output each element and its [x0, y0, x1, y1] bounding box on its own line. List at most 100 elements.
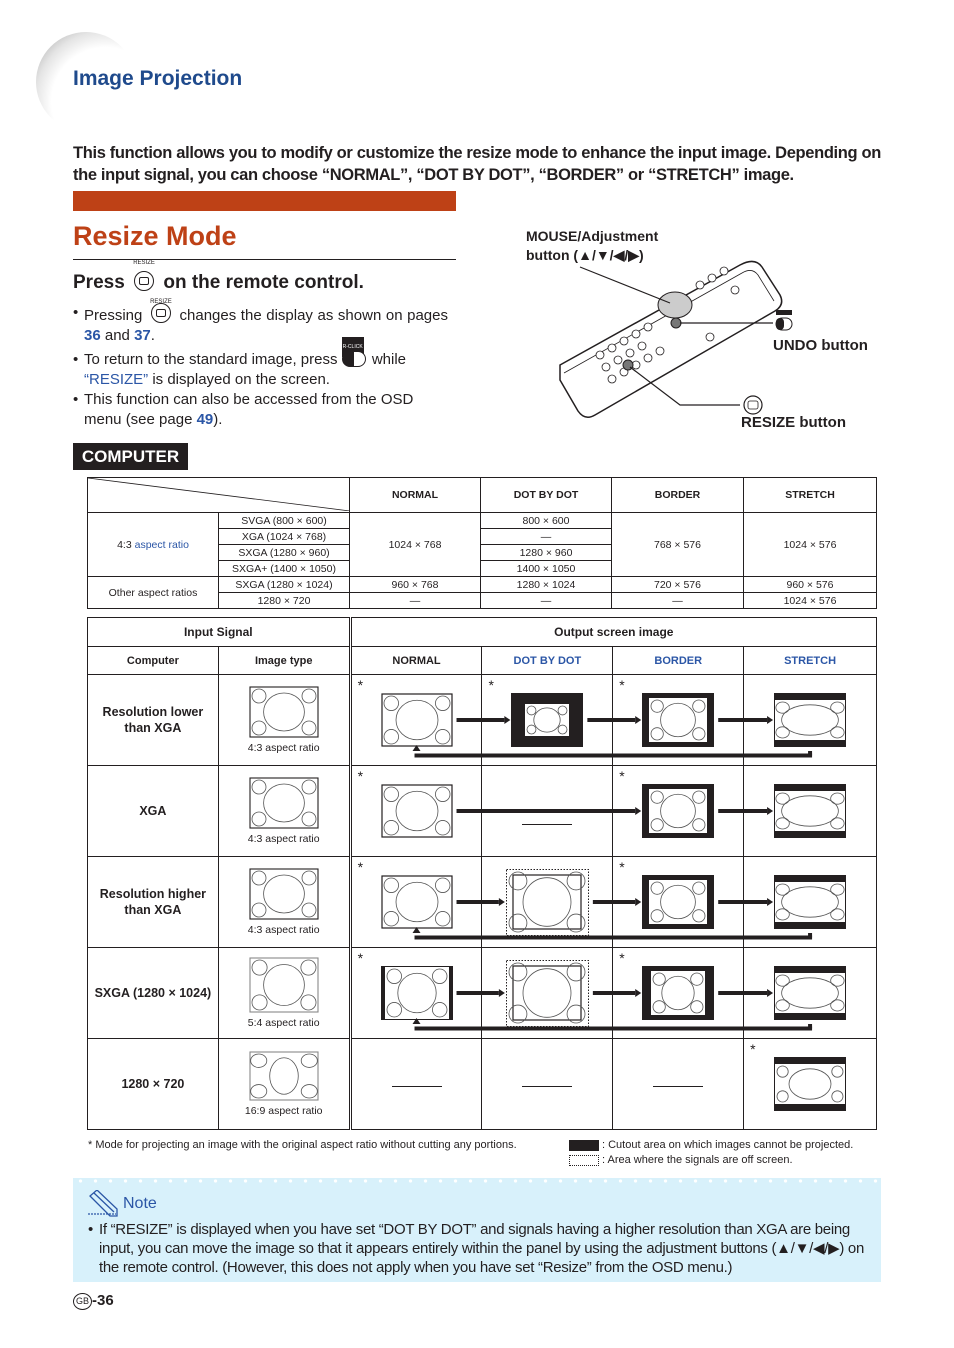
resolution-spec-table: NORMAL DOT BY DOT BORDER STRETCH 4:3 asp…	[87, 477, 877, 609]
dot-cell	[481, 1038, 614, 1130]
star-mark: *	[619, 677, 625, 693]
signal-cell: SVGA (800 × 600)	[218, 512, 350, 529]
screen-dot-by-dot	[482, 693, 612, 747]
normal-cell: *	[349, 765, 483, 857]
screen-normal	[352, 693, 482, 747]
stretch-cell: 1024 × 576	[743, 592, 877, 609]
source-image-icon	[219, 686, 349, 738]
undo-button-label: UNDO button	[773, 337, 868, 354]
section-title: Image Projection	[73, 67, 243, 90]
image-type-cell: 5:4 aspect ratio	[217, 947, 352, 1039]
stretch-cell	[743, 856, 877, 948]
normal-cell: 960 × 768	[349, 576, 481, 593]
signal-cell: SXGA+ (1400 × 1050)	[218, 560, 350, 577]
star-mark: *	[357, 677, 364, 693]
intro-paragraph: This function allows you to modify or cu…	[73, 144, 881, 184]
normal-cell: *	[349, 674, 483, 766]
dot-cell	[481, 856, 614, 948]
output-screen-header: Output screen image	[349, 617, 878, 647]
normal-cell: 1024 × 768	[349, 512, 481, 577]
page-link-37[interactable]: 37	[134, 327, 151, 344]
page-link-49[interactable]: 49	[197, 411, 214, 428]
bullet-text: while	[371, 351, 407, 368]
title-divider	[73, 259, 456, 260]
dot-cell: —	[480, 528, 612, 545]
star-mark: *	[619, 768, 625, 784]
image-caption: 16:9 aspect ratio	[244, 1105, 323, 1117]
remote-body	[559, 260, 783, 418]
star-mark: *	[750, 1041, 756, 1057]
signal-cell: XGA (1024 × 768)	[218, 528, 350, 545]
dot-cell: 1400 × 1050	[480, 560, 612, 577]
border-cell: 768 × 576	[611, 512, 744, 577]
spec-header-dot: DOT BY DOT	[480, 477, 612, 513]
computer-col-header: Computer	[87, 646, 219, 675]
spec-header-normal: NORMAL	[349, 477, 481, 513]
resize-button-icon: RESIZE	[132, 260, 156, 291]
group-other: Other aspect ratios	[87, 576, 219, 609]
page-number: GB -36	[73, 1292, 114, 1310]
screen-dot-by-dot	[482, 868, 612, 936]
page-link-36[interactable]: 36	[84, 327, 101, 344]
stretch-cell	[743, 765, 877, 857]
source-image-icon	[219, 1051, 349, 1101]
image-type-col-header: Image type	[217, 646, 352, 675]
region-badge: GB	[73, 1293, 92, 1310]
not-available-dash	[653, 1086, 704, 1087]
source-image-icon	[219, 777, 349, 829]
bullet-undo: To return to the standard image, press R…	[73, 337, 448, 390]
star-mark: *	[619, 859, 625, 875]
dot-cell: 1280 × 1024	[480, 576, 612, 593]
stretch-cell: *	[743, 1038, 877, 1130]
star-mark: *	[488, 677, 494, 693]
stretch-col-header: STRETCH	[743, 646, 877, 675]
bullet-text: is displayed on the screen.	[152, 371, 330, 388]
bullet-text: and	[104, 327, 130, 344]
image-caption: 5:4 aspect ratio	[247, 1017, 320, 1029]
note-dotted-border	[73, 1178, 881, 1184]
table-row: XGA 4:3 aspect ratio * *	[87, 765, 877, 857]
dot-col-header: DOT BY DOT	[481, 646, 614, 675]
note-title: Note	[123, 1195, 157, 1212]
pencil-note-icon	[88, 1190, 118, 1217]
border-cell: —	[611, 592, 744, 609]
table-row: 4:3 aspect ratio SVGA (800 × 600) 1024 ×…	[87, 512, 877, 577]
undo-callout-icon	[775, 310, 793, 331]
source-image-icon	[219, 868, 349, 920]
stretch-cell	[743, 947, 877, 1039]
screen-normal	[352, 784, 482, 838]
remote-control-illustration	[559, 260, 793, 418]
dot-cell: 1280 × 960	[480, 544, 612, 561]
image-caption: 4:3 aspect ratio	[247, 833, 320, 845]
image-type-cell: 4:3 aspect ratio	[217, 674, 352, 766]
spec-header-stretch: STRETCH	[743, 477, 877, 513]
screen-dot-by-dot	[482, 959, 612, 1027]
image-type-cell: 16:9 aspect ratio	[217, 1038, 352, 1130]
title-accent-bar	[73, 191, 456, 211]
stretch-cell	[743, 674, 877, 766]
stretch-cell: 1024 × 576	[743, 512, 877, 577]
computer-cell: 1280 × 720	[87, 1038, 219, 1130]
resize-icon-caption: RESIZE	[133, 260, 155, 266]
computer-cell: XGA	[87, 765, 219, 857]
aspect-ratio-term: aspect ratio	[134, 538, 189, 551]
dot-cell	[481, 765, 614, 857]
border-cell: 720 × 576	[611, 576, 744, 593]
dot-cell	[481, 947, 614, 1039]
screen-border	[613, 875, 743, 929]
output-screen-table: Input Signal Output screen image Compute…	[87, 617, 878, 1130]
computer-badge: COMPUTER	[73, 443, 188, 470]
note-bullet: If “RESIZE” is displayed when you have s…	[88, 1220, 874, 1277]
screen-normal	[352, 966, 482, 1020]
table-row: Resolution higher than XGA 4:3 aspect ra…	[87, 856, 877, 948]
table-row: Resolution lower than XGA 4:3 aspect rat…	[87, 674, 877, 766]
screen-stretch	[744, 1057, 876, 1111]
screen-stretch	[744, 875, 876, 929]
star-mark: *	[619, 950, 625, 966]
page-number-text: -36	[92, 1292, 114, 1309]
instruction-bullets: Pressing RESIZE changes the display as s…	[73, 299, 448, 430]
press-prefix: Press	[73, 272, 125, 293]
normal-cell: *	[349, 856, 483, 948]
resize-callout-icon	[743, 395, 763, 415]
bullet-text: This function can also be accessed from …	[84, 391, 414, 428]
